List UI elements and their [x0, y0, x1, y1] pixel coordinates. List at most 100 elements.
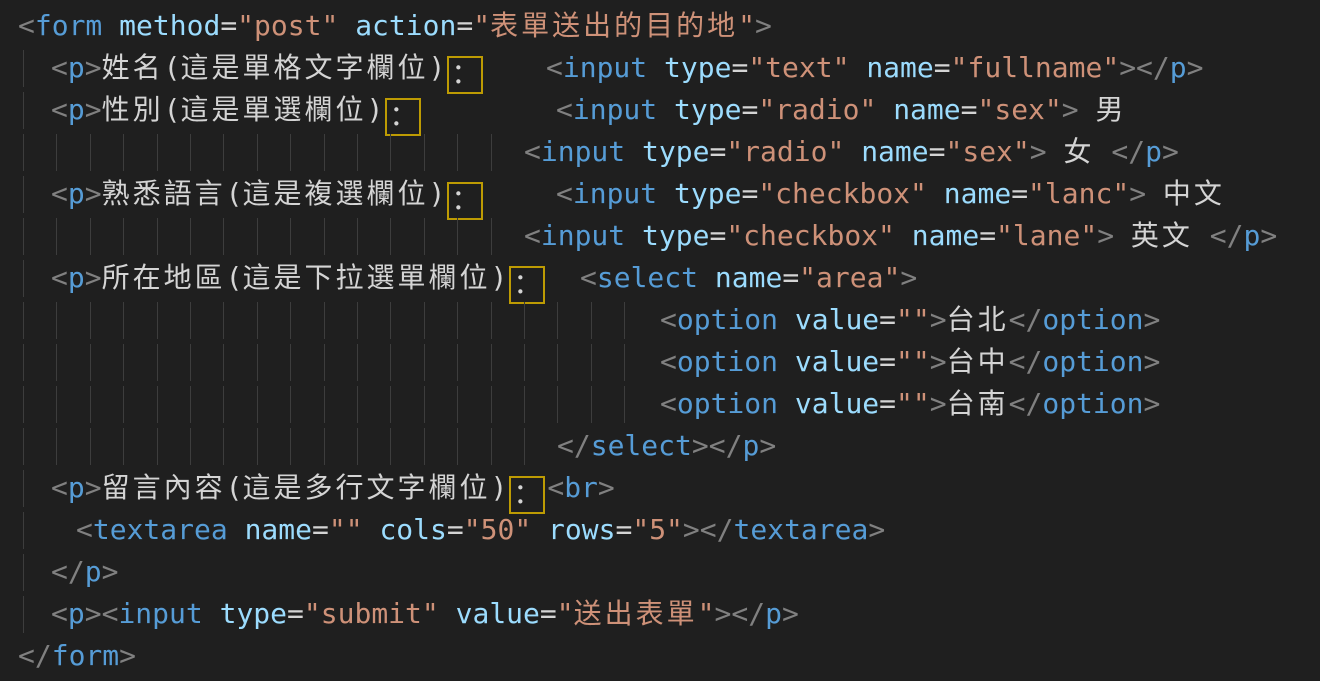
token-text	[625, 135, 642, 168]
token-punct: <	[546, 51, 563, 84]
code-editor[interactable]: <form method="post" action="表單送出的目的地"><p…	[0, 0, 1320, 681]
token-text	[844, 135, 861, 168]
indent-guide	[157, 134, 158, 171]
token-punct: >	[102, 555, 119, 588]
token-text	[203, 597, 220, 630]
token-punct: >	[1144, 303, 1161, 336]
indent-guide	[23, 470, 24, 507]
code-segment: </p>	[51, 551, 118, 593]
token-punct: <	[660, 303, 677, 336]
cjk-text: 台北	[947, 303, 1009, 336]
indent-guide	[190, 344, 191, 381]
indent-guide	[390, 134, 391, 171]
token-tag: option	[1042, 303, 1143, 336]
indent-guide	[557, 386, 558, 423]
code-segment: <input type="checkbox" name="lane"> 英文 <…	[524, 215, 1277, 257]
code-segment: <p>所在地區(這是下拉選單欄位)：	[51, 257, 547, 304]
code-line-3[interactable]: <p>性別(這是單選欄位)：<input type="radio" name="…	[0, 89, 1320, 131]
token-punct: <	[51, 93, 68, 126]
code-line-2[interactable]: <p>姓名(這是單格文字欄位)：<input type="text" name=…	[0, 47, 1320, 89]
code-line-4[interactable]: <input type="radio" name="sex"> 女 </p>	[0, 131, 1320, 173]
token-text: =	[934, 51, 951, 84]
indent-guide	[23, 50, 24, 87]
code-line-8[interactable]: <option value="">台北</option>	[0, 299, 1320, 341]
indent-guide	[90, 218, 91, 255]
code-line-9[interactable]: <option value="">台中</option>	[0, 341, 1320, 383]
code-segment: <p>熟悉語言(這是複選欄位)：	[51, 173, 485, 220]
token-string: "lanc"	[1028, 177, 1129, 210]
code-line-11[interactable]: </select></p>	[0, 425, 1320, 467]
token-tag: p	[68, 471, 85, 504]
code-line-10[interactable]: <option value="">台南</option>	[0, 383, 1320, 425]
token-punct: >	[85, 471, 102, 504]
code-segment: <option value="">台中</option>	[660, 341, 1160, 383]
token-tag: p	[68, 597, 85, 630]
indent-guide	[491, 134, 492, 171]
indent-guide	[90, 134, 91, 171]
token-punct: <	[660, 345, 677, 378]
token-attr: action	[355, 9, 456, 42]
token-tag: input	[118, 597, 202, 630]
token-tag: input	[573, 93, 657, 126]
token-text	[876, 93, 893, 126]
indent-guide	[56, 386, 57, 423]
token-tag: form	[52, 639, 119, 672]
code-line-1[interactable]: <form method="post" action="表單送出的目的地">	[0, 5, 1320, 47]
code-line-16[interactable]: </form>	[0, 635, 1320, 677]
cjk-text: 性別	[102, 93, 164, 126]
code-line-5[interactable]: <p>熟悉語言(這是複選欄位)：<input type="checkbox" n…	[0, 173, 1320, 215]
code-segment: </select></p>	[557, 425, 776, 467]
token-string: ""	[896, 303, 930, 336]
token-text	[439, 597, 456, 630]
code-line-14[interactable]: </p>	[0, 551, 1320, 593]
token-punct: <	[547, 471, 564, 504]
token-punct: >	[868, 513, 885, 546]
cjk-text: 這是單格文字欄位	[180, 51, 428, 84]
indent-guide	[56, 428, 57, 465]
token-punct: <	[18, 9, 35, 42]
token-text	[625, 219, 642, 252]
token-attr: type	[220, 597, 287, 630]
token-punct: >	[1097, 219, 1114, 252]
token-punct: </	[1009, 387, 1043, 420]
indent-guide	[123, 302, 124, 339]
code-line-15[interactable]: <p><input type="submit" value="送出表單"></p…	[0, 593, 1320, 635]
indent-guide	[257, 302, 258, 339]
indent-guide	[90, 302, 91, 339]
cjk-text: 台中	[947, 345, 1009, 378]
code-line-13[interactable]: <textarea name="" cols="50" rows="5"></t…	[0, 509, 1320, 551]
code-segment: </form>	[18, 635, 136, 677]
cjk-text: 這是下拉選單欄位	[242, 261, 490, 294]
token-punct: ></	[692, 429, 743, 462]
token-text	[778, 303, 795, 336]
token-punct: >	[85, 177, 102, 210]
code-segment: <input type="radio" name="sex"> 男	[556, 89, 1127, 131]
token-punct: <	[524, 219, 541, 252]
indent-guide	[56, 134, 57, 171]
indent-guide	[23, 386, 24, 423]
token-text: 台中	[947, 345, 1009, 378]
token-attr: name	[715, 261, 782, 294]
cjk-text: 這是單選欄位	[180, 93, 366, 126]
token-attr: value	[795, 345, 879, 378]
token-string: "radio"	[758, 93, 876, 126]
token-attr: cols	[379, 513, 446, 546]
token-punct: >	[759, 429, 776, 462]
indent-guide	[457, 428, 458, 465]
indent-guide	[257, 386, 258, 423]
code-line-12[interactable]: <p>留言內容(這是多行文字欄位)：<br>	[0, 467, 1320, 509]
code-line-7[interactable]: <p>所在地區(這是下拉選單欄位)：<select name="area">	[0, 257, 1320, 299]
token-tag: input	[541, 219, 625, 252]
indent-guide	[591, 386, 592, 423]
token-text: 所在地區(這是下拉選單欄位)	[102, 261, 508, 294]
token-attr: rows	[548, 513, 615, 546]
indent-guide	[624, 302, 625, 339]
code-line-6[interactable]: <input type="checkbox" name="lane"> 英文 <…	[0, 215, 1320, 257]
token-attr: value	[456, 597, 540, 630]
code-segment: <input type="radio" name="sex"> 女 </p>	[524, 131, 1179, 173]
cjk-text: 這是多行文字欄位	[242, 471, 490, 504]
token-attr: value	[795, 303, 879, 336]
indent-guide	[157, 302, 158, 339]
cjk-text: 熟悉語言	[102, 177, 226, 210]
indent-guide	[491, 386, 492, 423]
